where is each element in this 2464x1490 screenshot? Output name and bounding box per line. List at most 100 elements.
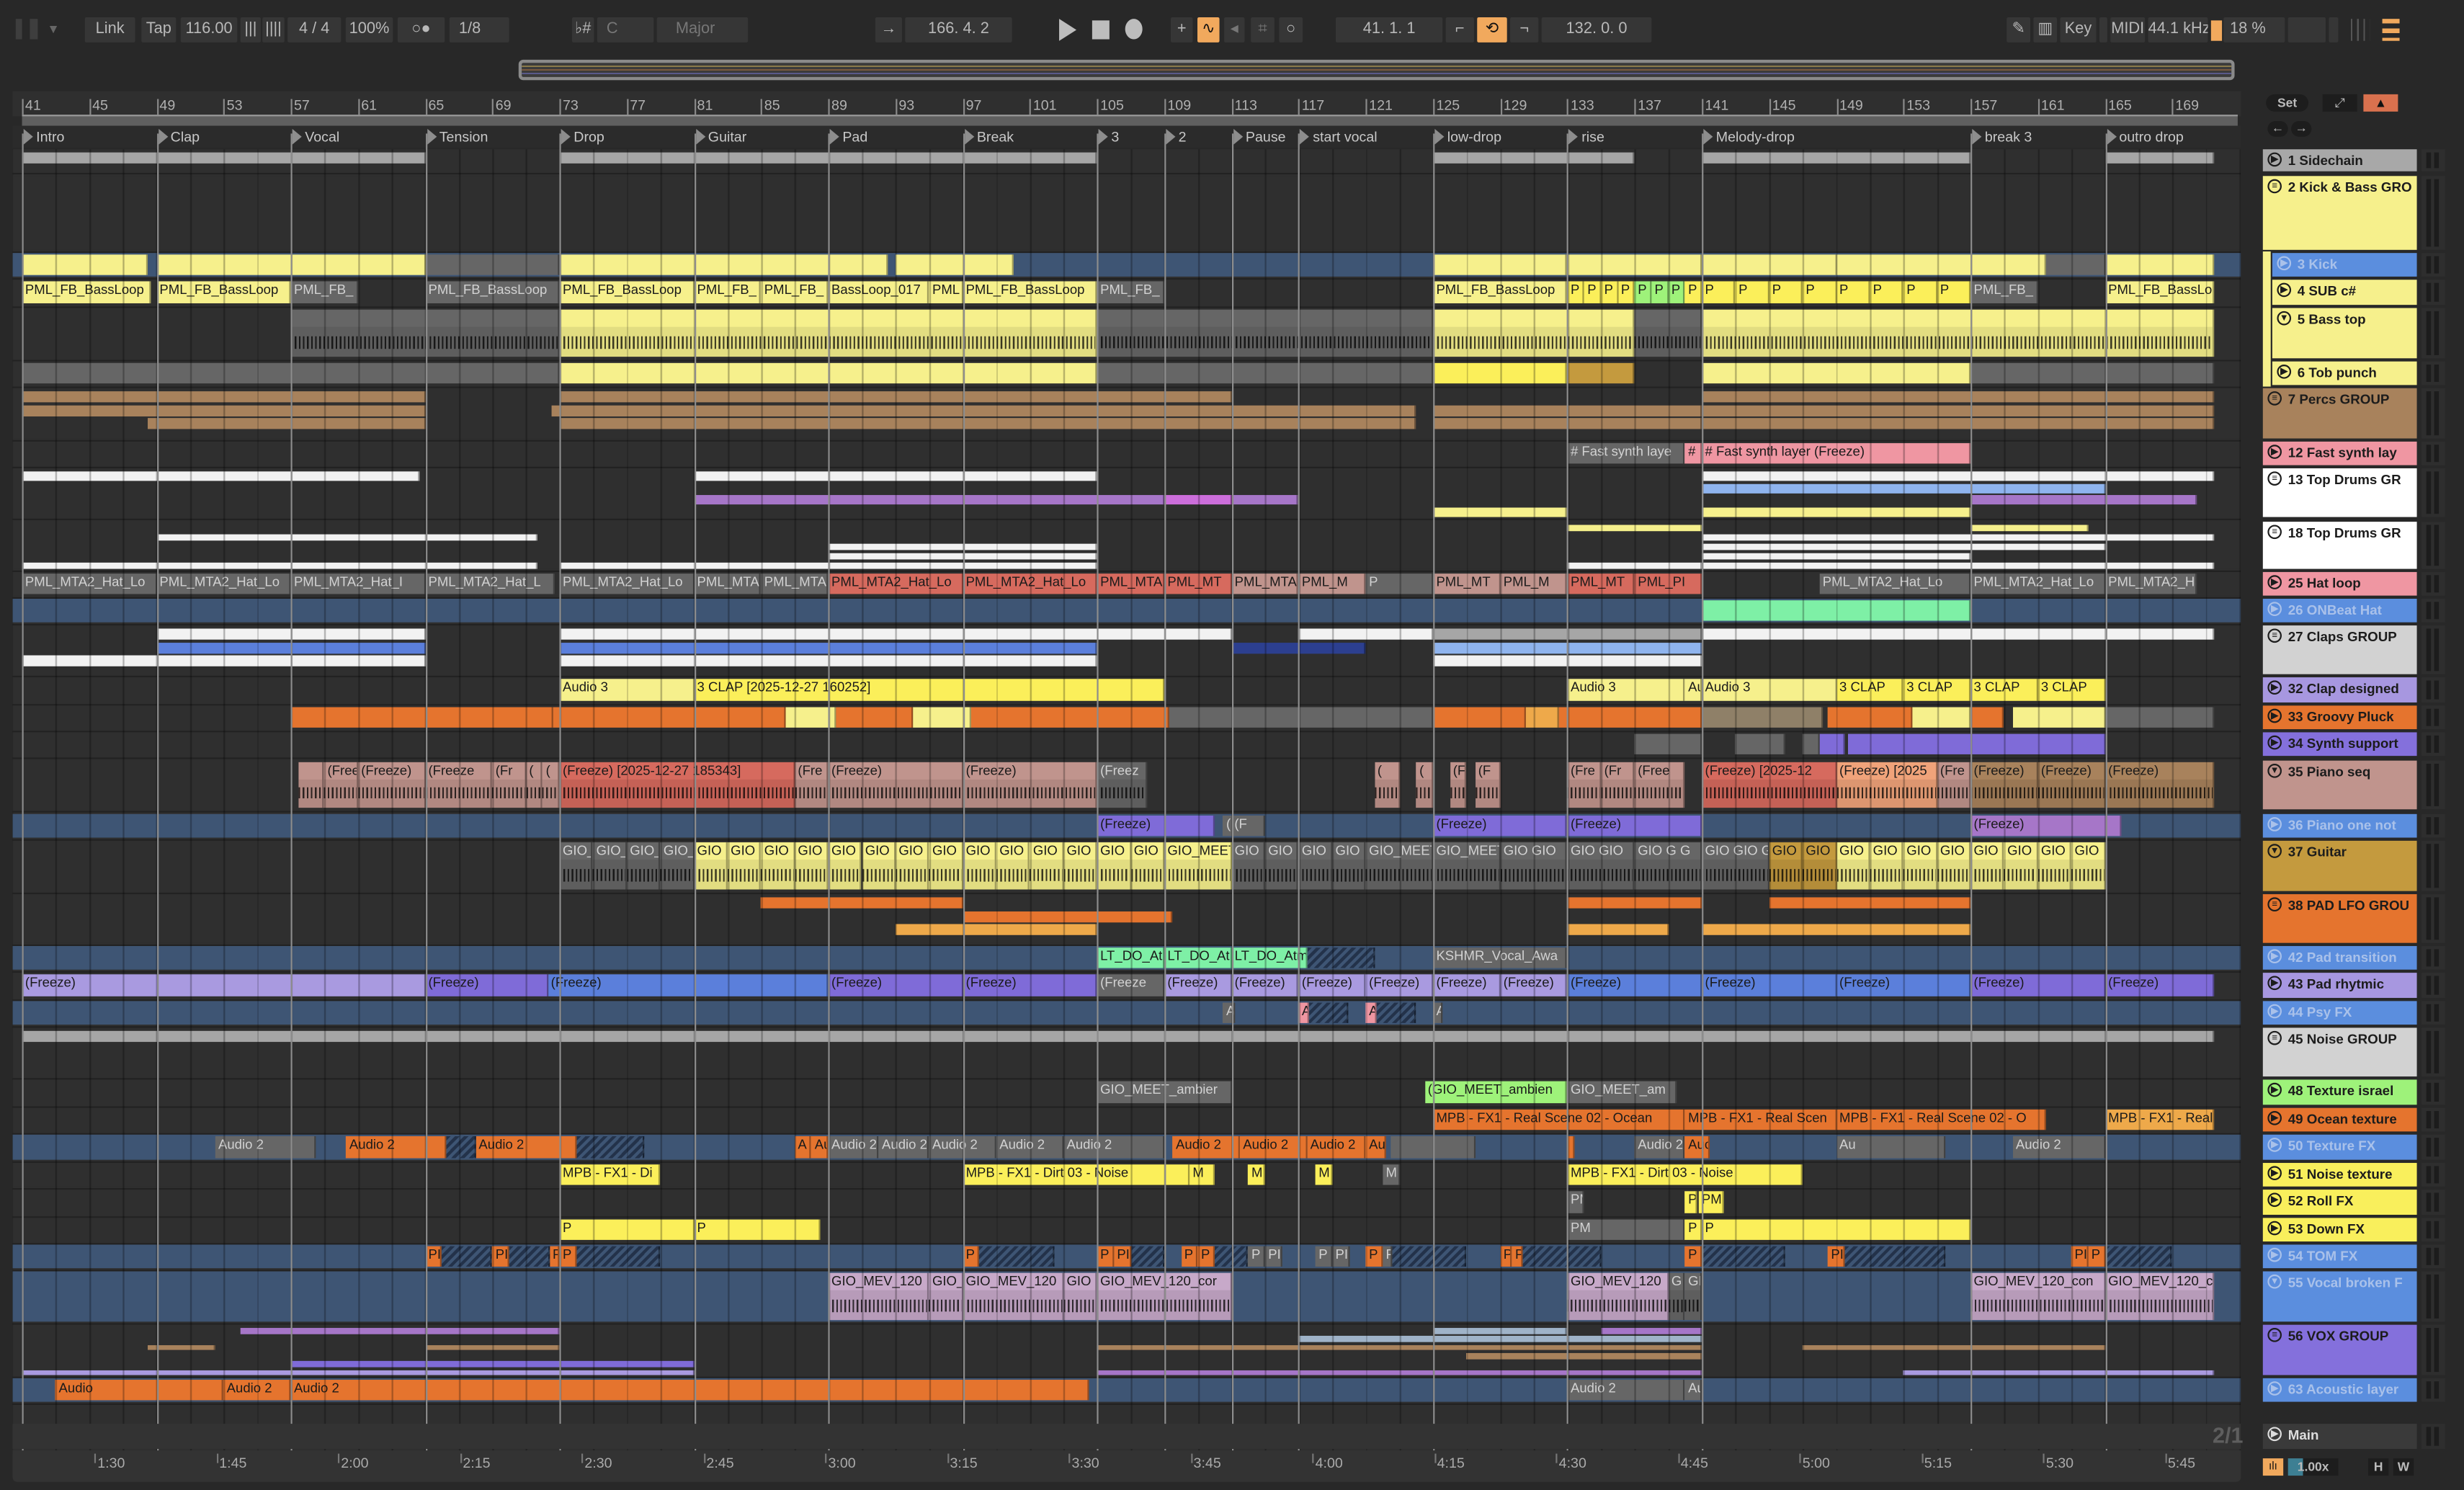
clip[interactable]: PI bbox=[1500, 1246, 1512, 1267]
clip[interactable]: GIO_ bbox=[626, 842, 661, 890]
tap-tempo-button[interactable]: Tap bbox=[141, 17, 177, 43]
set-button[interactable]: Set bbox=[2266, 94, 2309, 112]
scale-mode-toggle[interactable]: ♭# bbox=[571, 17, 594, 43]
nudge-down-icon[interactable]: ||| bbox=[240, 17, 262, 43]
clip[interactable]: PI bbox=[1264, 1246, 1282, 1267]
track-lane[interactable]: PML_MTA2_Hat_Lo PML_MTA2_Hat_Lo PML_MTA2_H… bbox=[12, 571, 2241, 599]
play-icon[interactable]: ▶ bbox=[2267, 735, 2282, 750]
clip[interactable]: P bbox=[1512, 1246, 1522, 1267]
clip[interactable]: MPB - FX1 - Real Scen bbox=[1684, 1109, 1836, 1130]
track-header-26-onbeat-hat[interactable]: ▶ 26 ONBeat Hat bbox=[2262, 599, 2417, 623]
clip[interactable]: ( (F bbox=[1223, 816, 1265, 837]
group-summary-clip[interactable] bbox=[1903, 1370, 2215, 1376]
track-header-45-noise-group[interactable]: ≡ 45 Noise GROUP bbox=[2262, 1027, 2417, 1077]
clip[interactable]: P bbox=[1365, 574, 1434, 594]
group-summary-clip[interactable] bbox=[559, 628, 1232, 640]
clip[interactable]: (Freeze) bbox=[1836, 974, 1971, 996]
clip[interactable]: P bbox=[1735, 281, 1769, 303]
track-lane[interactable] bbox=[12, 599, 2241, 626]
clip[interactable] bbox=[299, 762, 325, 808]
clip[interactable]: PML_FB_ bbox=[694, 281, 762, 303]
clip[interactable]: GIO_MEV_120_con bbox=[1970, 1272, 2105, 1321]
track-header-48-texture-israel[interactable]: ▶ 48 Texture israel bbox=[2262, 1079, 2417, 1105]
group-icon[interactable]: ≡ bbox=[2267, 897, 2282, 912]
clip[interactable]: (Freeze) bbox=[2104, 762, 2215, 808]
clip[interactable]: P bbox=[1684, 1191, 1697, 1213]
clip[interactable]: GIO bbox=[828, 842, 862, 890]
overdub-add-icon[interactable]: + bbox=[1170, 17, 1193, 43]
clip[interactable]: GIO GIO bbox=[1567, 842, 1635, 890]
clip[interactable]: 3 CLAP bbox=[2037, 679, 2105, 701]
clip[interactable]: (Fr bbox=[492, 762, 526, 808]
clip[interactable]: GIO G G bbox=[1634, 842, 1702, 890]
group-summary-clip[interactable] bbox=[895, 924, 1097, 935]
clip[interactable] bbox=[1308, 1002, 1349, 1023]
computer-keyboard-icon[interactable]: ▥ bbox=[2033, 17, 2058, 43]
clip[interactable]: P bbox=[1383, 1246, 1393, 1267]
clip[interactable]: (Freeze) bbox=[22, 974, 426, 996]
clip[interactable]: PML_FB_BassLoop bbox=[156, 281, 291, 303]
clip[interactable]: P bbox=[1601, 281, 1618, 303]
track-lane[interactable]: AAAA bbox=[12, 1001, 2241, 1028]
track-lane[interactable] bbox=[12, 625, 2241, 678]
group-summary-clip[interactable] bbox=[22, 152, 426, 164]
clip[interactable]: LT_DO_Atmos bbox=[1231, 947, 1308, 968]
loop-toggle-icon[interactable]: ⟲ bbox=[1477, 17, 1507, 43]
clip[interactable] bbox=[1567, 254, 1702, 275]
clip[interactable]: P bbox=[1651, 281, 1669, 303]
clip[interactable]: (Fre bbox=[1937, 762, 1971, 808]
play-icon[interactable]: ▶ bbox=[2267, 1247, 2282, 1262]
clip[interactable]: GIO_ bbox=[929, 1272, 963, 1321]
play-icon[interactable]: ▶ bbox=[2267, 1166, 2282, 1181]
clip[interactable] bbox=[576, 1136, 644, 1159]
waveform-zoom-icon[interactable]: ılı bbox=[2262, 1458, 2284, 1476]
group-icon[interactable]: ≡ bbox=[2267, 1030, 2282, 1045]
track-lane[interactable]: # Fast synth laye # # Fast synth layer (Fr… bbox=[12, 441, 2241, 468]
clip[interactable]: PML_FB_ bbox=[761, 281, 829, 303]
track-header-55-vocal-broken-f[interactable]: ▼ 55 Vocal broken F bbox=[2262, 1271, 2417, 1322]
clip[interactable]: (Freeze) [2025-12 bbox=[1702, 762, 1836, 808]
clip[interactable]: MPB - FX1 - Real Scene 02 - O bbox=[1836, 1109, 2047, 1130]
clip[interactable]: PI bbox=[425, 1246, 442, 1267]
clip[interactable]: GIO_ bbox=[559, 842, 594, 890]
track-lane[interactable] bbox=[12, 149, 2241, 175]
optimize-width-button[interactable]: W bbox=[2393, 1458, 2414, 1476]
locator-drop[interactable]: Drop bbox=[560, 128, 604, 146]
track-lane[interactable] bbox=[12, 1027, 2241, 1080]
clip[interactable]: M bbox=[1248, 1164, 1265, 1185]
track-header-3-kick[interactable]: ▶ 3 Kick bbox=[2272, 253, 2417, 277]
group-summary-clip[interactable] bbox=[1164, 495, 1232, 505]
track-header-36-piano-one-not[interactable]: ▶ 36 Piano one not bbox=[2262, 813, 2417, 838]
clip[interactable]: (Freeze) bbox=[1231, 974, 1299, 996]
play-icon[interactable]: ▶ bbox=[2267, 1221, 2282, 1236]
play-icon[interactable]: ▶ bbox=[2267, 817, 2282, 831]
track-header-25-hat-loop[interactable]: ▶ 25 Hat loop bbox=[2262, 571, 2417, 596]
clip[interactable]: Audio 3 bbox=[1702, 679, 1836, 701]
clip[interactable]: (Freeze) bbox=[1500, 974, 1568, 996]
track-lane[interactable] bbox=[12, 705, 2241, 733]
clip[interactable]: (Freeze) bbox=[1970, 816, 2122, 837]
clip[interactable]: PML_M bbox=[1500, 574, 1568, 594]
clip[interactable]: (Freeze) bbox=[1433, 974, 1501, 996]
punch-out-icon[interactable]: ¬ bbox=[1510, 17, 1539, 43]
group-summary-clip[interactable] bbox=[2104, 152, 2215, 164]
clip[interactable]: (Freeze) bbox=[963, 974, 1097, 996]
clip[interactable]: PML_FB_BassLoop bbox=[425, 281, 560, 303]
clip[interactable]: A bbox=[795, 1136, 812, 1159]
clip[interactable]: Audio 2 bbox=[1172, 1136, 1240, 1159]
clip[interactable]: ( bbox=[525, 762, 543, 808]
play-icon[interactable]: ▶ bbox=[2267, 575, 2282, 589]
group-summary-clip[interactable] bbox=[1970, 495, 2197, 505]
clip[interactable] bbox=[1525, 707, 1559, 728]
clip[interactable]: Audio 2 bbox=[828, 1136, 879, 1159]
clip[interactable] bbox=[979, 1246, 1055, 1267]
clip[interactable]: 3 CLAP bbox=[1903, 679, 1971, 701]
track-header-6-tob-punch[interactable]: ▶ 6 Tob punch bbox=[2272, 361, 2417, 385]
clip[interactable]: (Freeze) bbox=[1433, 816, 1568, 837]
track-lane[interactable] bbox=[12, 388, 2241, 442]
clip[interactable]: PML_MTA2_Hat_Lo bbox=[1819, 574, 1971, 594]
clip[interactable]: GIO bbox=[2004, 842, 2038, 890]
record-icon[interactable] bbox=[1125, 19, 1143, 40]
clip[interactable]: GIO bbox=[1063, 1272, 1097, 1321]
clip[interactable]: Audio 2 bbox=[2012, 1136, 2105, 1159]
